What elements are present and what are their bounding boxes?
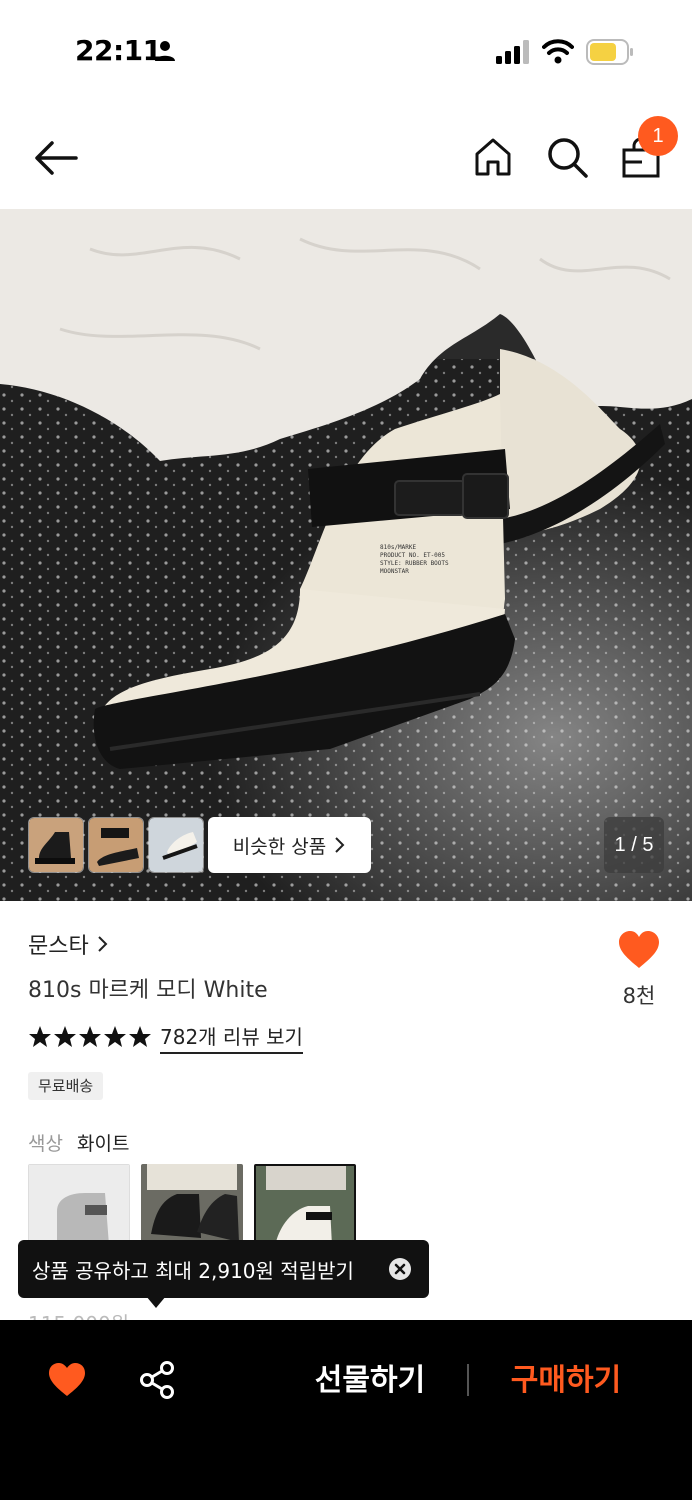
thumbnail-image xyxy=(29,818,83,872)
share-reward-tooltip: 상품 공유하고 최대 2,910원 적립받기 xyxy=(18,1240,429,1298)
cart-count-badge: 1 xyxy=(638,116,678,156)
heart-icon[interactable] xyxy=(48,1362,86,1398)
person-icon xyxy=(155,41,175,61)
brand-link[interactable]: 문스타 xyxy=(28,928,109,960)
similar-products-button[interactable]: 비슷한 상품 xyxy=(208,817,371,873)
battery-icon xyxy=(586,39,633,65)
thumbnail-image xyxy=(149,818,203,872)
free-shipping-badge: 무료배송 xyxy=(28,1072,104,1100)
back-arrow-icon[interactable] xyxy=(30,138,80,178)
top-navigation xyxy=(0,110,692,208)
gallery-thumbnail-2[interactable] xyxy=(88,817,144,873)
share-icon[interactable] xyxy=(138,1360,176,1400)
star-rating xyxy=(28,1025,152,1049)
color-option-2[interactable] xyxy=(141,1164,243,1250)
buy-button[interactable]: 구매하기 xyxy=(496,1358,636,1404)
search-icon[interactable] xyxy=(545,135,589,179)
svg-text:MOONSTAR: MOONSTAR xyxy=(380,568,409,575)
color-option-3-selected[interactable] xyxy=(254,1164,356,1250)
color-option-image xyxy=(141,1164,243,1250)
divider xyxy=(467,1364,469,1396)
color-label: 색상 xyxy=(28,1133,63,1155)
color-option-image xyxy=(29,1165,129,1249)
star-icon xyxy=(79,1026,101,1047)
brand-name: 문스타 xyxy=(28,934,89,959)
svg-text:810s/MARKE: 810s/MARKE xyxy=(380,544,417,551)
svg-text:PRODUCT NO. ET-005: PRODUCT NO. ET-005 xyxy=(380,552,445,559)
review-link[interactable]: 782개 리뷰 보기 xyxy=(160,1021,303,1054)
color-value: 화이트 xyxy=(77,1133,130,1155)
product-title: 810s 마르케 모디 White xyxy=(28,978,268,1003)
home-icon[interactable] xyxy=(472,136,514,178)
rating-row: 782개 리뷰 보기 xyxy=(28,1021,303,1054)
signal-icon xyxy=(496,40,529,64)
status-time: 22:11 xyxy=(75,34,162,67)
gift-button[interactable]: 선물하기 xyxy=(300,1358,440,1404)
image-counter: 1 / 5 xyxy=(604,817,664,873)
close-icon[interactable] xyxy=(389,1258,411,1280)
star-icon xyxy=(129,1026,151,1047)
product-photo: 810s/MARKE PRODUCT NO. ET-005 STYLE: RUB… xyxy=(0,209,692,901)
chevron-right-icon xyxy=(335,837,345,853)
color-selector-label: 색상 화이트 xyxy=(28,1129,129,1156)
heart-icon xyxy=(619,931,659,968)
color-option-1[interactable] xyxy=(28,1164,130,1250)
status-bar: 22:11 xyxy=(0,0,692,100)
product-image-gallery[interactable]: 810s/MARKE PRODUCT NO. ET-005 STYLE: RUB… xyxy=(0,209,692,901)
gallery-thumbnail-3[interactable] xyxy=(148,817,204,873)
thumbnail-image xyxy=(89,818,143,872)
bottom-action-bar: 선물하기 구매하기 xyxy=(0,1320,692,1500)
color-option-image xyxy=(256,1166,354,1248)
similar-products-label: 비슷한 상품 xyxy=(232,835,327,858)
star-icon xyxy=(54,1026,76,1047)
wifi-icon xyxy=(542,39,574,64)
like-count: 8천 xyxy=(622,984,656,1008)
star-icon xyxy=(104,1026,126,1047)
tooltip-text: 상품 공유하고 최대 2,910원 적립받기 xyxy=(32,1258,354,1283)
chevron-right-icon xyxy=(98,936,108,952)
star-icon xyxy=(29,1026,51,1047)
like-button[interactable]: 8천 xyxy=(610,930,668,1010)
tooltip-caret xyxy=(146,1296,166,1308)
gallery-thumbnail-1[interactable] xyxy=(28,817,84,873)
svg-text:STYLE: RUBBER BOOTS: STYLE: RUBBER BOOTS xyxy=(380,560,449,567)
